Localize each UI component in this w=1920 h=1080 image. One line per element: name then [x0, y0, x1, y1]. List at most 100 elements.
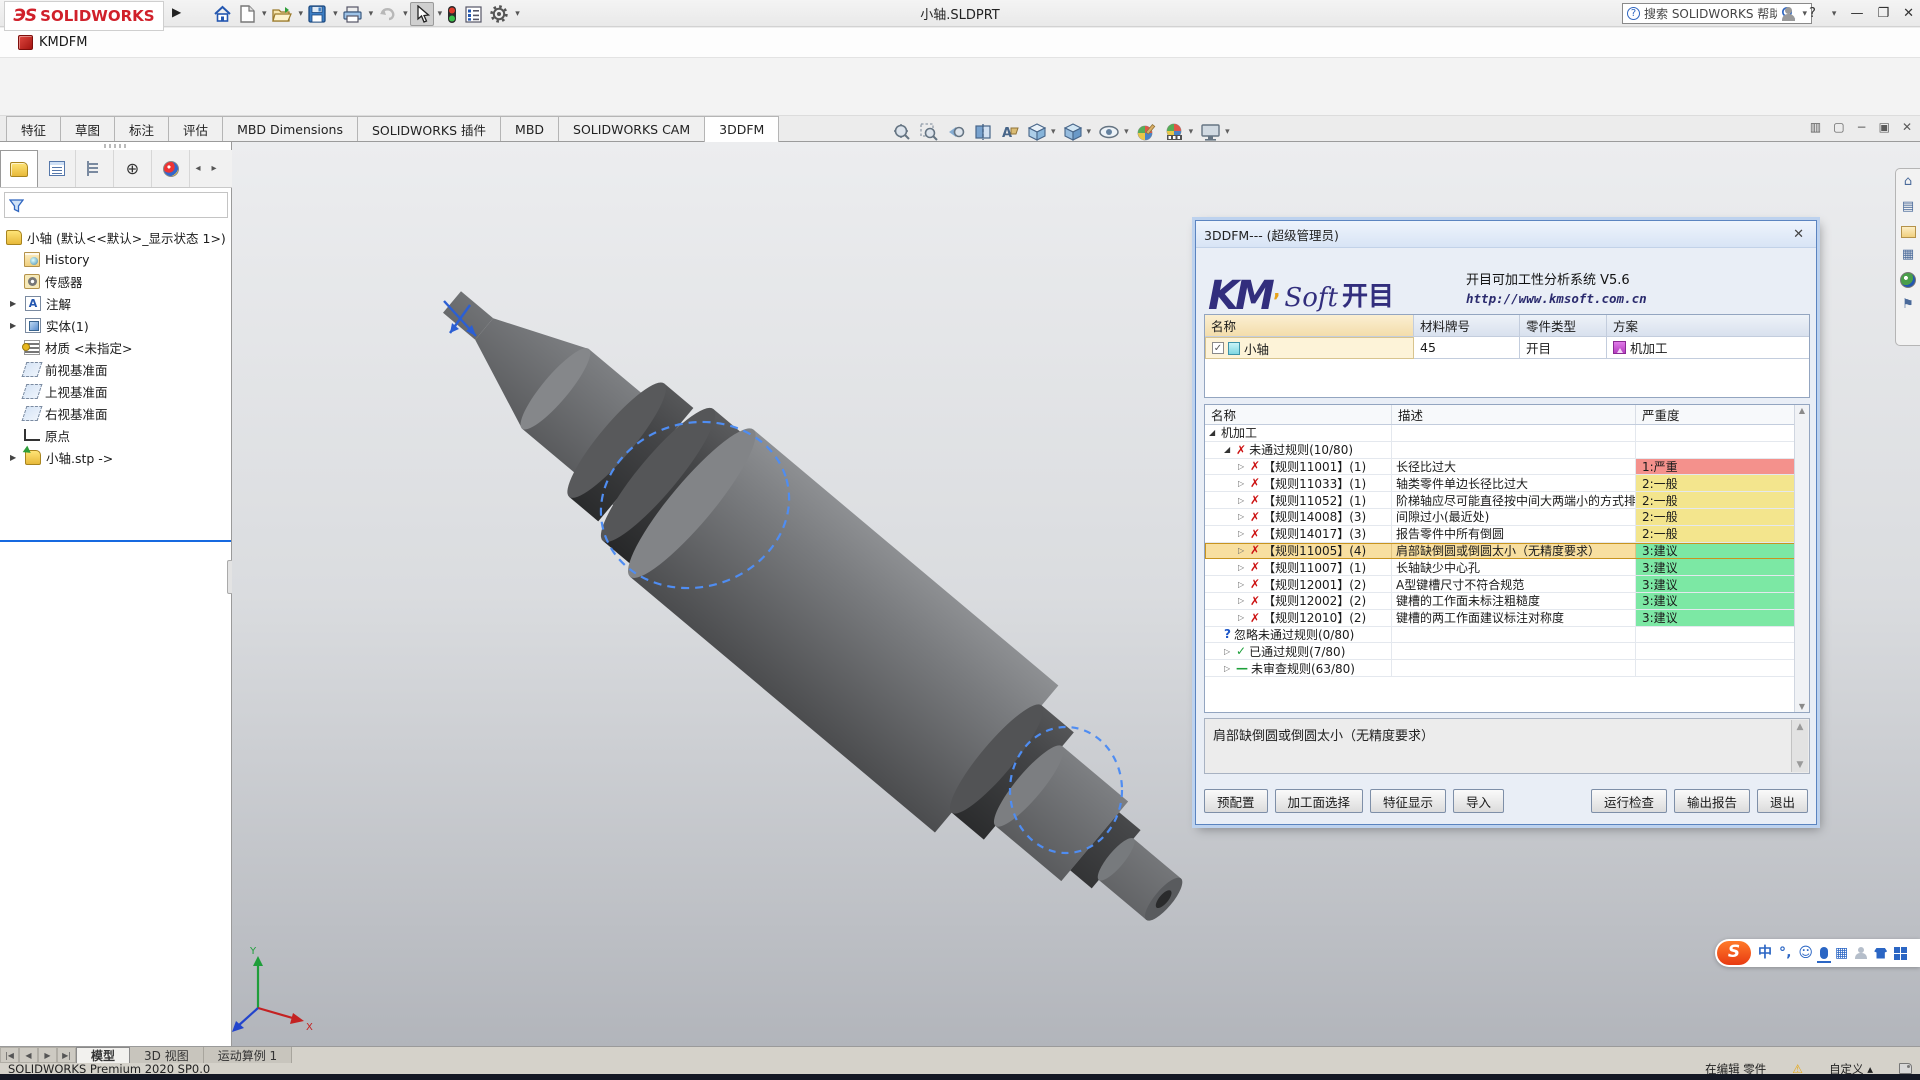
ime-punctuation-icon[interactable]: °‚ [1779, 946, 1791, 960]
zoom-area-button[interactable] [919, 122, 939, 142]
scroll-up-icon[interactable]: ▲ [1799, 406, 1805, 415]
section-view-button[interactable] [973, 122, 993, 142]
tab-mbd-dimensions[interactable]: MBD Dimensions [222, 116, 358, 141]
custom-properties-icon[interactable]: ⚑ [1900, 297, 1916, 313]
open-caret-icon[interactable]: ▾ [299, 9, 304, 19]
exit-button[interactable]: 退出 [1757, 789, 1808, 813]
help-caret-icon[interactable]: ▾ [1832, 9, 1837, 19]
col-part-type[interactable]: 零件类型 [1520, 315, 1607, 337]
export-report-button[interactable]: 输出报告 [1674, 789, 1750, 813]
tree-item-sensors[interactable]: 传感器 [0, 270, 232, 292]
panel-tab-scroll-right[interactable]: ▸ [206, 150, 222, 187]
col-material[interactable]: 材料牌号 [1414, 315, 1520, 337]
tree-item-solids[interactable]: ▶ 实体(1) [0, 314, 232, 336]
caret-icon[interactable]: ▾ [1189, 127, 1194, 137]
expander-icon[interactable]: ▷ [1238, 546, 1247, 555]
expand-icon[interactable]: ▶ [10, 299, 20, 308]
tree-item-imported[interactable]: ▶ 小轴.stp -> [0, 446, 232, 468]
tree-item-history[interactable]: History [0, 248, 232, 270]
tab-addins[interactable]: SOLIDWORKS 插件 [357, 116, 501, 141]
rollback-bar[interactable] [0, 540, 231, 542]
tree-filter[interactable] [4, 192, 228, 218]
caret-icon[interactable]: ▾ [1124, 127, 1129, 137]
expander-icon[interactable]: ◢ [1209, 428, 1218, 437]
rules-root-row[interactable]: ◢机加工 [1205, 425, 1809, 442]
save-caret-icon[interactable]: ▾ [333, 9, 338, 19]
open-button[interactable] [269, 4, 295, 25]
expander-icon[interactable]: ▷ [1238, 613, 1247, 622]
expander-icon[interactable]: ▷ [1238, 529, 1247, 538]
expander-icon[interactable]: ▷ [1238, 496, 1247, 505]
rule-row[interactable]: ▷✗【规则14017】(3) 报告零件中所有倒圆 2:一般 [1205, 526, 1809, 543]
col-name[interactable]: 名称 [1205, 315, 1414, 337]
expand-icon[interactable]: ▶ [10, 453, 20, 462]
appearances-icon[interactable] [1900, 272, 1916, 288]
undo-button[interactable] [375, 4, 399, 24]
tab-propertymanager[interactable] [38, 150, 76, 187]
expander-icon[interactable]: ▷ [1238, 563, 1247, 572]
caret-icon[interactable]: ▾ [1087, 127, 1092, 137]
ime-keyboard-icon[interactable]: ▦ [1835, 946, 1848, 960]
dialog-close-button[interactable]: ✕ [1789, 227, 1808, 242]
rule-row[interactable]: ▷✗【规则11007】(1) 长轴缺少中心孔 3:建议 [1205, 559, 1809, 576]
scroll-up-icon[interactable]: ▲ [1797, 722, 1804, 732]
restore-button[interactable]: ❐ [1877, 6, 1889, 21]
print-caret-icon[interactable]: ▾ [369, 9, 374, 19]
rule-row[interactable]: ▷✗【规则11001】(1) 长径比过大 1:严重 [1205, 459, 1809, 476]
ime-microphone-icon[interactable] [1820, 947, 1828, 959]
tag-icon[interactable] [1899, 1063, 1912, 1074]
annotation-view-button[interactable]: A [1000, 122, 1020, 142]
expand-icon[interactable]: ▶ [10, 321, 20, 330]
settings-caret-icon[interactable]: ▾ [515, 9, 520, 19]
ime-emoji-icon[interactable]: ☺ [1798, 946, 1813, 960]
expander-icon[interactable]: ▷ [1238, 596, 1247, 605]
rules-col-severity[interactable]: 严重度 [1636, 405, 1809, 424]
hide-show-items-button[interactable]: ▾ [1098, 122, 1129, 142]
shaft-model[interactable] [390, 228, 1232, 978]
view-orientation-button[interactable]: ▾ [1027, 122, 1056, 142]
tree-item-top-plane[interactable]: 上视基准面 [0, 380, 232, 402]
expander-icon[interactable]: ▷ [1224, 664, 1233, 673]
tab-3ddfm[interactable]: 3DDFM [704, 116, 779, 142]
ime-mode-chinese[interactable]: 中 [1758, 946, 1772, 960]
ime-toolbox-icon[interactable] [1894, 947, 1907, 960]
description-scrollbar[interactable]: ▲ ▼ [1791, 720, 1808, 772]
apply-scene-button[interactable]: ▾ [1164, 122, 1194, 142]
home-button[interactable] [210, 3, 235, 25]
rule-row[interactable]: ▷✗【规则12001】(2) A型键槽尺寸不符合规范 3:建议 [1205, 576, 1809, 593]
display-style-button[interactable]: ▾ [1063, 122, 1092, 142]
print-button[interactable] [340, 4, 365, 25]
part-row[interactable]: ✓ 小轴 45 开目 机加工 [1205, 337, 1809, 359]
rules-col-name[interactable]: 名称 [1205, 405, 1392, 424]
options-list-button[interactable] [462, 4, 485, 25]
new-document-button[interactable] [237, 3, 258, 25]
caret-icon[interactable]: ▾ [1225, 127, 1230, 137]
unreviewed-group-row[interactable]: ▷—未审查规则(63/80) [1205, 660, 1809, 677]
rules-col-desc[interactable]: 描述 [1392, 405, 1636, 424]
child-minimize-icon[interactable]: − [1857, 120, 1867, 134]
expander-icon[interactable]: ▷ [1238, 512, 1247, 521]
part-checkbox[interactable]: ✓ [1212, 342, 1224, 354]
ignored-group-row[interactable]: ?忽略未通过规则(0/80) [1205, 627, 1809, 644]
tab-features[interactable]: 特征 [6, 116, 61, 141]
login-icon[interactable] [1781, 7, 1795, 21]
expander-icon[interactable]: ▷ [1224, 647, 1233, 656]
machining-face-select-button[interactable]: 加工面选择 [1275, 789, 1364, 813]
view-palette-icon[interactable]: ▦ [1900, 247, 1916, 263]
zoom-fit-button[interactable] [892, 122, 912, 142]
preset-button[interactable]: 预配置 [1204, 789, 1268, 813]
tree-item-right-plane[interactable]: 右视基准面 [0, 402, 232, 424]
ime-skin-icon[interactable] [1874, 948, 1887, 959]
view-settings-button[interactable]: ▾ [1200, 122, 1230, 142]
panel-grip[interactable] [104, 144, 128, 148]
child-restore-icon[interactable]: ▢ [1833, 120, 1844, 134]
tree-item-front-plane[interactable]: 前视基准面 [0, 358, 232, 380]
previous-view-button[interactable] [946, 122, 966, 142]
expander-icon[interactable]: ▷ [1238, 580, 1247, 589]
tab-mbd[interactable]: MBD [500, 116, 559, 141]
passed-group-row[interactable]: ▷✓已通过规则(7/80) [1205, 643, 1809, 660]
child-close-icon[interactable]: ✕ [1902, 120, 1912, 134]
tab-configurationmanager[interactable] [76, 150, 114, 187]
select-caret-icon[interactable]: ▾ [438, 9, 443, 19]
rule-row[interactable]: ▷✗【规则14008】(3) 间隙过小(最近处) 2:一般 [1205, 509, 1809, 526]
